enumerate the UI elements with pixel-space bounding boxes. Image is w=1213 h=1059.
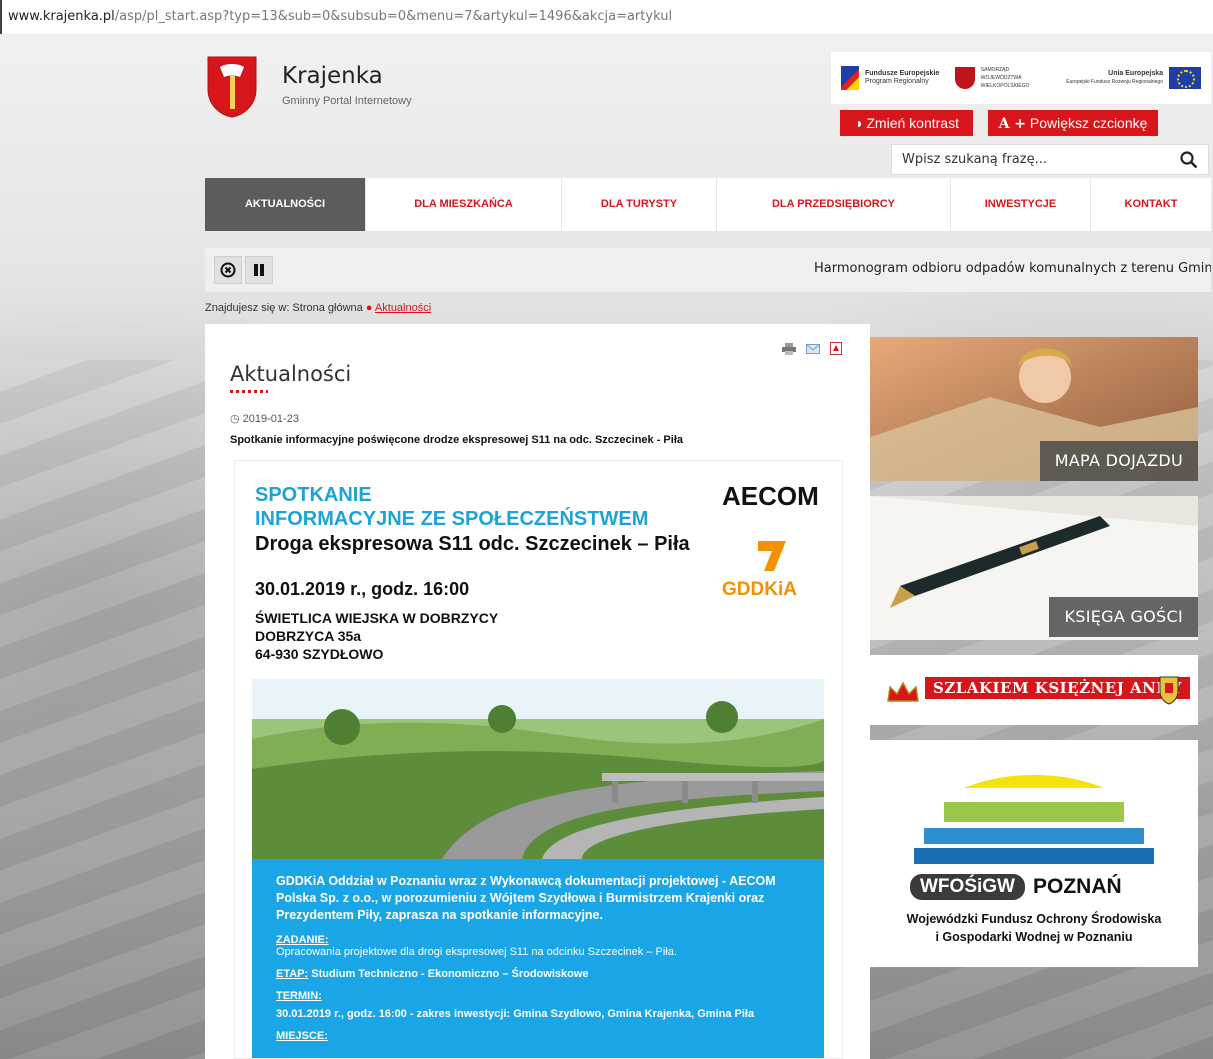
pdf-icon[interactable] <box>830 342 842 360</box>
miejsce-label: MIEJSCE: <box>276 1030 328 1042</box>
poster-info-panel: GDDKiA Oddział w Poznaniu wraz z Wykonaw… <box>252 859 824 1058</box>
main-nav: AKTUALNOŚCI DLA MIESZKAŃCA DLA TURYSTY D… <box>205 178 1211 231</box>
enlarge-font-button[interactable]: A + Powiększ czcionkę <box>988 110 1158 136</box>
url-path: /asp/pl_start.asp?typ=13&sub=0&subsub=0&… <box>114 9 673 24</box>
coat-of-arms-icon <box>1159 676 1179 705</box>
article-date-text: 2019-01-23 <box>242 413 299 425</box>
zadanie-label: ZADANIE: <box>276 934 329 946</box>
article-lead: Spotkanie informacyjne poświęcone drodze… <box>230 434 683 446</box>
wfos-banner[interactable]: WFOŚiGW POZNAŃ Wojewódzki Fundusz Ochron… <box>870 740 1198 967</box>
poster-intro: GDDKiA Oddział w Poznaniu wraz z Wykonaw… <box>276 874 776 922</box>
stop-circle-icon <box>220 262 236 278</box>
nav-item-kontakt[interactable]: KONTAKT <box>1091 178 1211 231</box>
breadcrumb: Znajdujesz się w: Strona główna ● Aktual… <box>205 302 431 314</box>
wfos-city: POZNAŃ <box>1032 875 1122 898</box>
site-name[interactable]: Krajenka <box>282 63 383 89</box>
page-title: Aktualności <box>230 362 352 386</box>
font-size-icon: A + <box>998 116 1027 132</box>
nav-item-dla-turysty[interactable]: DLA TURYSTY <box>562 178 717 231</box>
print-icon[interactable] <box>782 342 796 360</box>
clock-icon: ◷ <box>230 413 240 425</box>
fundusze-icon <box>841 66 859 90</box>
poster-address-line3: 64-930 SZYDŁOWO <box>255 646 384 662</box>
szlak-label: SZLAKIEM KSIĘŻNEJ ANNY <box>925 677 1190 699</box>
event-poster[interactable]: SPOTKANIE INFORMACYJNE ZE SPOŁECZEŃSTWEM… <box>234 460 843 1059</box>
article-panel: Aktualności ◷ 2019-01-23 Spotkanie infor… <box>205 324 870 1059</box>
article-date: ◷ 2019-01-23 <box>230 412 299 425</box>
gddkia-mark-icon <box>758 541 786 571</box>
ticker-text[interactable]: Harmonogram odbioru odpadów komunalnych … <box>814 261 1211 276</box>
map-card[interactable]: MAPA DOJAZDU <box>870 337 1198 481</box>
contrast-label: Zmień kontrast <box>866 115 959 131</box>
samorzad-shield-icon <box>954 67 975 89</box>
termin-label: TERMIN: <box>276 990 322 1002</box>
ticker-pause-button[interactable] <box>245 256 273 284</box>
samorzad-logo: SAMORZĄD WOJEWÓDZTWA WIELKOPOLSKIEGO <box>954 66 1051 90</box>
enlarge-font-label: Powiększ czcionkę <box>1029 115 1148 131</box>
highway-photo <box>252 679 824 859</box>
pause-icon <box>254 264 264 276</box>
crown-icon <box>887 681 919 702</box>
termin-text: 30.01.2019 r., godz. 16:00 - zakres inwe… <box>276 1008 755 1020</box>
wfos-full-line2: i Gospodarki Wodnej w Poznaniu <box>935 930 1133 944</box>
zadanie-text: Opracowania projektowe dla drogi ekspres… <box>276 946 677 958</box>
poster-heading-line2: INFORMACYJNE ZE SPOŁECZEŃSTWEM <box>255 508 649 530</box>
poster-address-line2: DOBRZYCA 35a <box>255 628 362 644</box>
address-bar[interactable]: www.krajenka.pl/asp/pl_start.asp?typ=13&… <box>0 0 1213 34</box>
fundusze-sub: Program Regionalny <box>865 78 929 85</box>
wfos-badge: WFOŚiGW <box>910 874 1025 900</box>
etap-text: Studium Techniczno - Ekonomiczno – Środo… <box>311 968 589 980</box>
wfos-logo-icon <box>914 774 1154 864</box>
breadcrumb-prefix: Znajdujesz się w: Strona główna <box>205 302 363 314</box>
contrast-button[interactable]: ◑ Zmień kontrast <box>840 110 973 136</box>
poster-address-line1: ŚWIETLICA WIEJSKA W DOBRZYCY <box>255 610 499 626</box>
search-input[interactable] <box>892 145 1162 174</box>
unia-label: Unia Europejska <box>1108 70 1163 77</box>
breadcrumb-current-link[interactable]: Aktualności <box>375 302 431 314</box>
szlak-banner[interactable]: SZLAKIEM KSIĘŻNEJ ANNY <box>870 655 1198 725</box>
poster-road: Droga ekspresowa S11 odc. Szczecinek – P… <box>255 533 690 555</box>
ticker-stop-button[interactable] <box>214 256 242 284</box>
fundusze-label: Fundusze Europejskie <box>865 70 940 77</box>
site-subtitle: Gminny Portal Internetowy <box>282 95 412 107</box>
contrast-icon: ◑ <box>854 115 863 131</box>
search-icon[interactable] <box>1180 151 1198 174</box>
etap-label: ETAP: <box>276 968 309 980</box>
title-decoration <box>230 390 268 393</box>
eu-logos-strip: Fundusze Europejskie Program Regionalny S… <box>831 52 1211 104</box>
news-ticker: Harmonogram odbioru odpadów komunalnych … <box>205 248 1211 292</box>
crest-logo[interactable] <box>204 55 260 119</box>
wfos-full-name: Wojewódzki Fundusz Ochrony Środowiska i … <box>870 910 1198 946</box>
gddkia-logo: GDDKiA <box>722 579 797 600</box>
eu-flag-icon <box>1169 67 1201 89</box>
email-icon[interactable] <box>806 342 820 360</box>
map-card-label: MAPA DOJAZDU <box>1039 441 1198 481</box>
nav-item-aktualnosci[interactable]: AKTUALNOŚCI <box>205 178 366 231</box>
poster-heading: SPOTKANIE INFORMACYJNE ZE SPOŁECZEŃSTWEM <box>255 483 648 531</box>
crest-icon <box>207 56 257 118</box>
poster-heading-line1: SPOTKANIE <box>255 484 372 506</box>
nav-item-dla-przedsiebiorcy[interactable]: DLA PRZEDSIĘBIORCY <box>717 178 951 231</box>
search-box <box>891 144 1209 175</box>
breadcrumb-separator-icon: ● <box>365 302 373 314</box>
guestbook-card-label: KSIĘGA GOŚCI <box>1049 597 1198 637</box>
poster-date: 30.01.2019 r., godz. 16:00 <box>255 579 470 599</box>
unia-logo: Unia Europejska Europejski Fundusz Rozwoj… <box>1066 67 1201 89</box>
article-tools <box>782 342 842 360</box>
fundusze-logo: Fundusze Europejskie Program Regionalny <box>841 66 939 90</box>
poster-address: ŚWIETLICA WIEJSKA W DOBRZYCY DOBRZYCA 35… <box>255 609 498 663</box>
unia-sub: Europejski Fundusz Rozwoju Regionalnego <box>1066 79 1163 85</box>
nav-item-inwestycje[interactable]: INWESTYCJE <box>951 178 1091 231</box>
wfos-name: WFOŚiGW POZNAŃ <box>910 874 1122 900</box>
url-host: www.krajenka.pl <box>8 9 115 24</box>
guestbook-card[interactable]: KSIĘGA GOŚCI <box>870 496 1198 640</box>
samorzad-label: SAMORZĄD WOJEWÓDZTWA WIELKOPOLSKIEGO <box>980 67 1030 89</box>
aecom-logo: AECOM <box>722 481 819 511</box>
nav-item-dla-mieszkanca[interactable]: DLA MIESZKAŃCA <box>366 178 562 231</box>
wfos-full-line1: Wojewódzki Fundusz Ochrony Środowiska <box>906 912 1162 926</box>
